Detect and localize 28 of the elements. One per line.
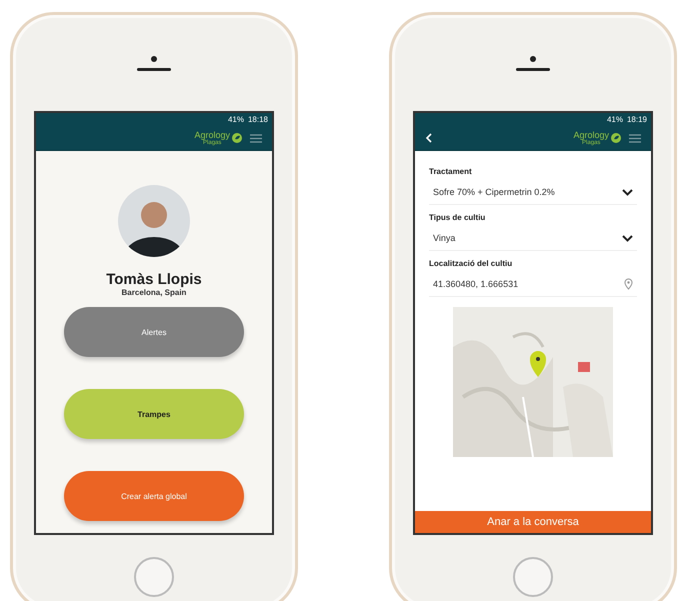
menu-icon[interactable] xyxy=(250,134,262,142)
location-pin-icon xyxy=(624,278,633,290)
leaf-icon xyxy=(232,133,242,143)
chevron-down-icon xyxy=(622,188,633,196)
select-field[interactable]: Sofre 70% + Cipermetrin 0.2% xyxy=(429,180,637,205)
profile-name: Tomàs Llopis xyxy=(106,271,202,288)
field-label: Localització del cultiu xyxy=(429,259,514,268)
profile-location: Barcelona, Spain xyxy=(122,288,186,297)
field-label: Tractament xyxy=(429,167,473,176)
clock-text: 18:18 xyxy=(248,115,268,124)
menu-icon[interactable] xyxy=(629,134,641,142)
field-label: Tipus de cultiu xyxy=(429,213,486,222)
select-field[interactable]: Vinya xyxy=(429,226,637,251)
location-field[interactable]: 41.360480, 1.666531 xyxy=(429,272,637,297)
speaker-icon xyxy=(137,68,171,70)
clock-text: 18:19 xyxy=(626,115,647,124)
logo-text: Agrology xyxy=(573,130,609,140)
logo-text: Agrology xyxy=(194,130,230,140)
menu-button[interactable]: Trampes xyxy=(64,389,244,439)
battery-text: 41% xyxy=(228,115,244,124)
battery-text: 41% xyxy=(606,115,623,124)
back-icon[interactable] xyxy=(425,133,433,143)
leaf-icon xyxy=(611,133,621,143)
camera-icon xyxy=(151,56,157,62)
camera-icon xyxy=(530,56,536,62)
chevron-down-icon xyxy=(622,234,633,242)
speaker-icon xyxy=(516,68,550,70)
menu-button[interactable]: Alertes xyxy=(64,307,244,357)
